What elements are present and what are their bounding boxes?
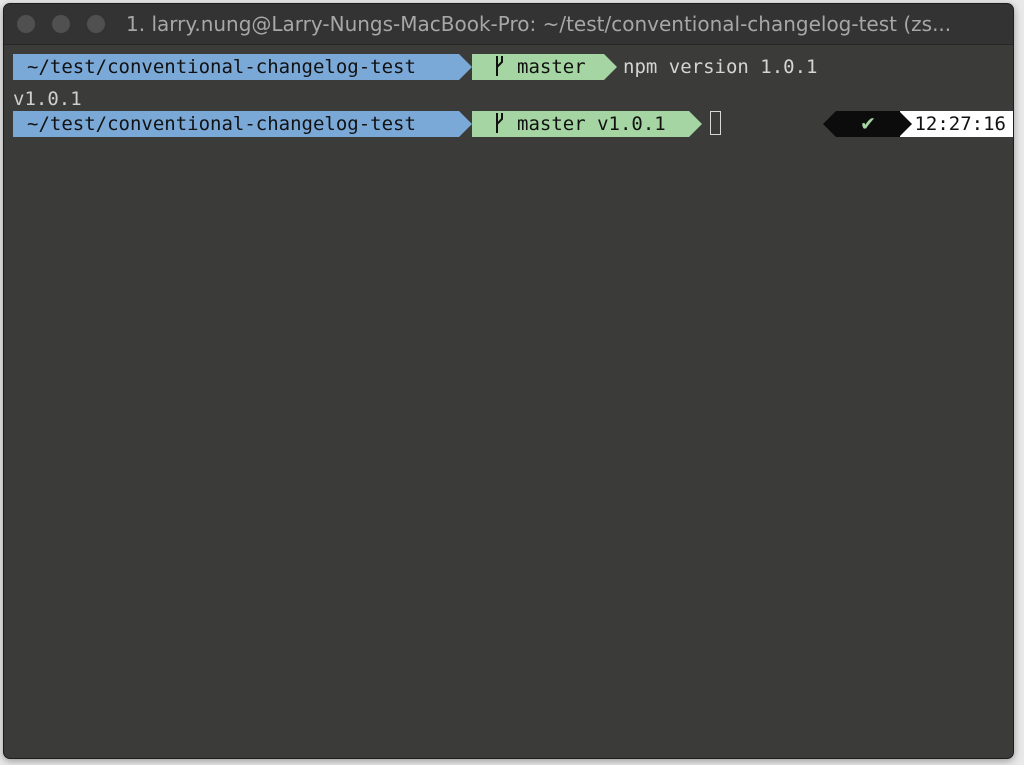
- prompt-git-segment: master v1.0.1: [472, 111, 702, 137]
- title-bar[interactable]: 1. larry.nung@Larry-Nungs-MacBook-Pro: ~…: [4, 4, 1013, 45]
- prompt-line-1: ~/test/conventional-changelog-test maste…: [13, 54, 1013, 80]
- zoom-button[interactable]: [87, 15, 105, 33]
- window-title: 1. larry.nung@Larry-Nungs-MacBook-Pro: ~…: [126, 12, 952, 36]
- git-branch-icon: [496, 56, 503, 76]
- minimize-button[interactable]: [52, 15, 70, 33]
- terminal-content[interactable]: ~/test/conventional-changelog-test maste…: [13, 49, 1013, 758]
- command-output: v1.0.1: [13, 88, 82, 110]
- git-branch-icon: [496, 113, 503, 133]
- right-prompt-status: ✔ 12:27:16: [823, 111, 1013, 137]
- terminal-window: 1. larry.nung@Larry-Nungs-MacBook-Pro: ~…: [3, 3, 1014, 759]
- check-icon: ✔: [823, 111, 900, 137]
- prompt-path-segment: ~/test/conventional-changelog-test: [13, 54, 472, 80]
- command-text: npm version 1.0.1: [623, 56, 818, 78]
- prompt-time: 12:27:16: [899, 111, 1013, 137]
- prompt-path: ~/test/conventional-changelog-test: [27, 113, 416, 135]
- text-cursor: [710, 111, 721, 135]
- prompt-branch: master v1.0.1: [517, 113, 666, 135]
- prompt-line-2: ~/test/conventional-changelog-test maste…: [13, 111, 1013, 137]
- prompt-path-segment: ~/test/conventional-changelog-test: [13, 111, 472, 137]
- prompt-branch: master: [517, 56, 586, 78]
- prompt-path: ~/test/conventional-changelog-test: [27, 56, 416, 78]
- close-button[interactable]: [17, 15, 35, 33]
- prompt-git-segment: master: [472, 54, 617, 80]
